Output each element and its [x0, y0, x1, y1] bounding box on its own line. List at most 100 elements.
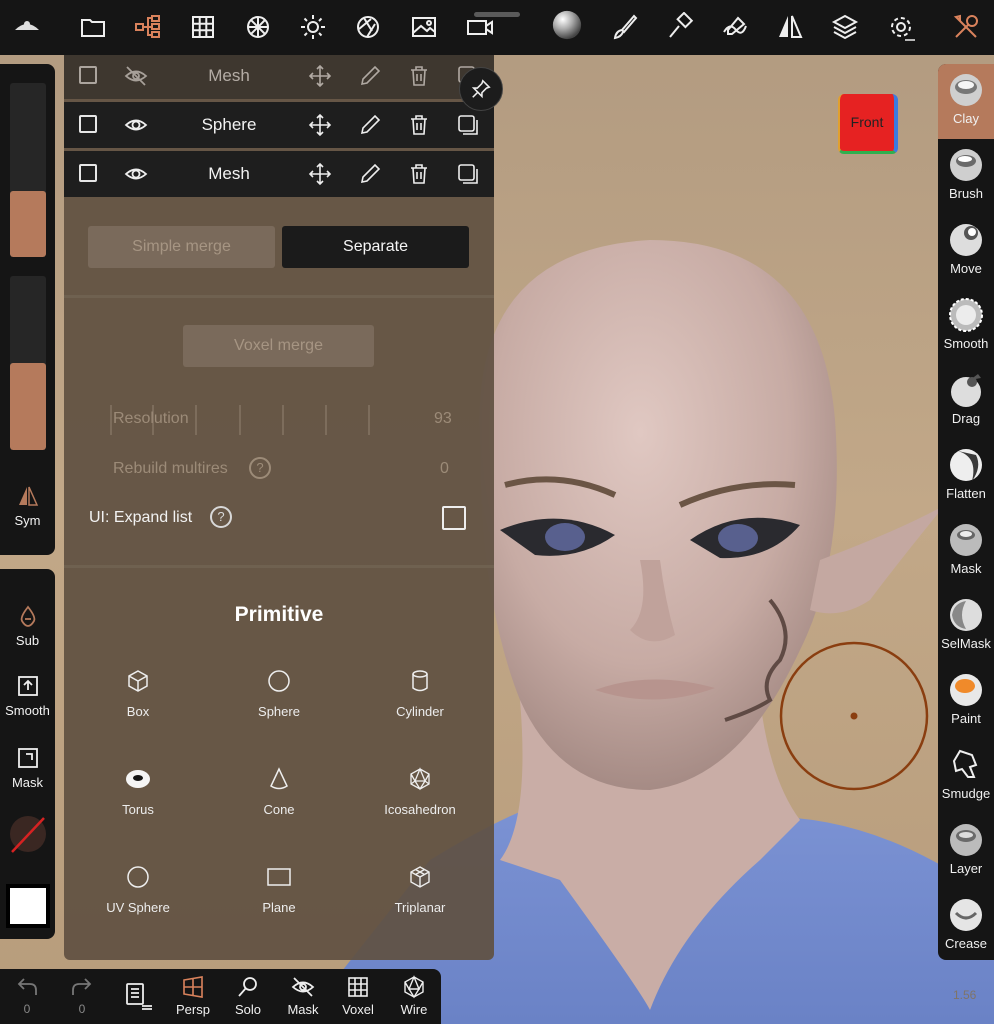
- duplicate-icon[interactable]: [456, 162, 480, 186]
- expand-list-checkbox[interactable]: [442, 506, 466, 530]
- camera-aperture-icon[interactable]: [353, 12, 383, 42]
- image-icon[interactable]: [409, 12, 439, 42]
- mask-toggle[interactable]: Mask: [0, 746, 55, 790]
- resolution-slider[interactable]: Resolution 93: [109, 403, 469, 437]
- rename-pencil-icon[interactable]: [358, 162, 382, 186]
- tool-label: SelMask: [941, 636, 991, 651]
- history-button[interactable]: [113, 981, 163, 1011]
- stroke-icon[interactable]: [720, 12, 750, 42]
- sub-label: Sub: [15, 633, 40, 648]
- mesh-name[interactable]: Sphere: [174, 115, 284, 135]
- voxel-merge-button[interactable]: Voxel merge: [183, 325, 374, 367]
- primitive-sphere[interactable]: Sphere: [219, 669, 339, 721]
- divider: [64, 295, 494, 298]
- primitive-torus[interactable]: Torus: [78, 767, 198, 819]
- primitive-box[interactable]: Box: [78, 669, 198, 721]
- rename-pencil-icon[interactable]: [358, 64, 382, 88]
- redo-count: 0: [78, 1002, 86, 1016]
- primitive-icosahedron[interactable]: Icosahedron: [360, 767, 480, 819]
- primitive-plane[interactable]: Plane: [219, 865, 339, 917]
- layers-icon[interactable]: [830, 12, 860, 42]
- tool-crease[interactable]: Crease: [938, 889, 994, 964]
- material-sphere-icon[interactable]: [552, 10, 586, 44]
- folder-icon[interactable]: [78, 12, 108, 42]
- topology-icon[interactable]: [243, 12, 273, 42]
- tools-icon[interactable]: [951, 12, 981, 42]
- top-toolbar: [0, 0, 994, 55]
- tool-clay[interactable]: Clay: [938, 64, 994, 139]
- voxel-button[interactable]: Voxel: [333, 975, 383, 1017]
- separate-button[interactable]: Separate: [282, 226, 469, 268]
- primitive-cylinder[interactable]: Cylinder: [360, 669, 480, 721]
- tool-layer[interactable]: Layer: [938, 814, 994, 889]
- drag-tool-icon: [951, 374, 981, 407]
- primitive-cone[interactable]: Cone: [219, 767, 339, 819]
- mesh-select-checkbox[interactable]: [79, 164, 103, 188]
- tool-mask[interactable]: Mask: [938, 514, 994, 589]
- duplicate-icon[interactable]: [456, 113, 480, 137]
- tool-drag[interactable]: Drag: [938, 364, 994, 439]
- rebuild-help-icon[interactable]: ?: [249, 457, 271, 479]
- light-icon[interactable]: [298, 12, 328, 42]
- app-logo-icon[interactable]: [12, 12, 42, 42]
- hammer-icon[interactable]: [665, 12, 695, 42]
- pin-panel-button[interactable]: [459, 67, 503, 111]
- wireframe-icon: [404, 975, 424, 999]
- tool-flatten[interactable]: Flatten: [938, 439, 994, 514]
- history-book-icon: [126, 983, 152, 1010]
- view-cube[interactable]: Front: [838, 94, 898, 154]
- drag-handle[interactable]: [474, 12, 520, 17]
- tool-move[interactable]: Move: [938, 214, 994, 289]
- trash-icon[interactable]: [407, 162, 431, 186]
- symmetry-icon[interactable]: [775, 12, 805, 42]
- simple-merge-button[interactable]: Simple merge: [88, 226, 275, 268]
- sub-toggle[interactable]: Sub: [0, 604, 55, 648]
- eye-visible-icon[interactable]: [124, 162, 148, 186]
- brush-tool-icon: [950, 149, 982, 181]
- search-icon: [238, 977, 257, 997]
- primitive-label: Icosahedron: [384, 802, 456, 817]
- intensity-slider-fill: [10, 363, 46, 450]
- mesh-select-checkbox[interactable]: [79, 115, 103, 139]
- mesh-select-checkbox[interactable]: [79, 66, 103, 90]
- trash-icon[interactable]: [407, 113, 431, 137]
- wire-label: Wire: [400, 1002, 428, 1017]
- tool-paint[interactable]: Paint: [938, 664, 994, 739]
- tool-label: Drag: [951, 411, 981, 426]
- scene-tree-icon[interactable]: [133, 12, 163, 42]
- tool-selmask[interactable]: SelMask: [938, 589, 994, 664]
- persp-button[interactable]: Persp: [168, 975, 218, 1017]
- tool-brush[interactable]: Brush: [938, 139, 994, 214]
- move-icon[interactable]: [308, 162, 332, 186]
- radius-slider[interactable]: [10, 83, 46, 257]
- primitive-triplanar[interactable]: Triplanar: [360, 865, 480, 917]
- trash-icon[interactable]: [407, 64, 431, 88]
- smooth-toggle[interactable]: Smooth: [0, 674, 55, 718]
- mesh-row[interactable]: Mesh: [64, 151, 494, 197]
- rename-pencil-icon[interactable]: [358, 113, 382, 137]
- expand-help-icon[interactable]: ?: [210, 506, 232, 528]
- redo-button[interactable]: 0: [57, 975, 107, 1016]
- color-picker-disabled[interactable]: [0, 814, 55, 854]
- move-icon[interactable]: [308, 113, 332, 137]
- mesh-name[interactable]: Mesh: [174, 66, 284, 86]
- tool-smudge[interactable]: Smudge: [938, 739, 994, 814]
- color-swatch[interactable]: [0, 884, 55, 928]
- undo-button[interactable]: 0: [2, 975, 52, 1016]
- eye-visible-icon[interactable]: [124, 113, 148, 137]
- brush-icon[interactable]: [610, 12, 640, 42]
- tool-smooth[interactable]: Smooth: [938, 289, 994, 364]
- mesh-name[interactable]: Mesh: [174, 164, 284, 184]
- grid-icon[interactable]: [188, 12, 218, 42]
- mask-visibility-button[interactable]: Mask: [278, 975, 328, 1017]
- primitive-uv-sphere[interactable]: UV Sphere: [78, 865, 198, 917]
- solo-button[interactable]: Solo: [223, 975, 273, 1017]
- mesh-row[interactable]: Sphere: [64, 102, 494, 148]
- sym-toggle[interactable]: Sym: [0, 484, 55, 528]
- move-icon[interactable]: [308, 64, 332, 88]
- settings-icon[interactable]: [886, 12, 916, 42]
- mesh-row[interactable]: Mesh: [64, 55, 494, 99]
- eye-hidden-icon[interactable]: [124, 64, 148, 88]
- intensity-slider[interactable]: [10, 276, 46, 450]
- wire-button[interactable]: Wire: [389, 975, 439, 1017]
